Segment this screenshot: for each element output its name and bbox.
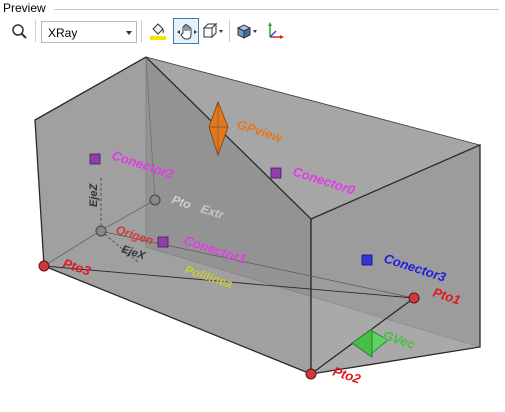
zoom-button[interactable]	[6, 18, 32, 44]
scene-canvas: GPview Conector2 Conector0 Conector1 Con…	[34, 56, 481, 387]
toolbar-separator	[229, 20, 230, 42]
pan-hand-icon	[177, 24, 197, 40]
shading-button[interactable]	[233, 18, 259, 44]
pto2-marker[interactable]	[305, 368, 317, 380]
conector2-marker[interactable]	[89, 153, 101, 165]
panel-divider	[54, 9, 499, 10]
render-mode-value: XRay	[48, 26, 78, 40]
view-cube-button[interactable]	[199, 18, 225, 44]
pan-hand-button[interactable]	[173, 18, 199, 44]
zoom-icon	[12, 24, 27, 39]
pto3-marker[interactable]	[38, 260, 50, 272]
toolbar-separator	[141, 20, 142, 42]
pto1-marker[interactable]	[408, 292, 420, 304]
toolbar: XRay	[0, 16, 505, 46]
axes-button[interactable]	[261, 18, 287, 44]
panel-title: Preview	[3, 1, 46, 15]
shading-icon	[236, 24, 257, 39]
pto-marker[interactable]	[149, 194, 161, 206]
conector1-marker[interactable]	[157, 236, 169, 248]
axes-icon	[268, 22, 284, 39]
conector3-marker[interactable]	[361, 254, 373, 266]
conector0-marker[interactable]	[270, 167, 282, 179]
toolbar-separator	[35, 20, 36, 42]
view-cube-icon	[202, 22, 223, 39]
origen-marker[interactable]	[95, 225, 107, 237]
render-mode-select[interactable]: XRay	[41, 21, 137, 43]
ejez-label: EjeZ	[88, 182, 100, 207]
paint-bucket-button[interactable]	[145, 18, 171, 44]
preview-viewport[interactable]: GPview Conector2 Conector0 Conector1 Con…	[0, 47, 505, 409]
paint-bucket-icon	[150, 23, 166, 40]
chevron-down-icon	[126, 31, 132, 35]
